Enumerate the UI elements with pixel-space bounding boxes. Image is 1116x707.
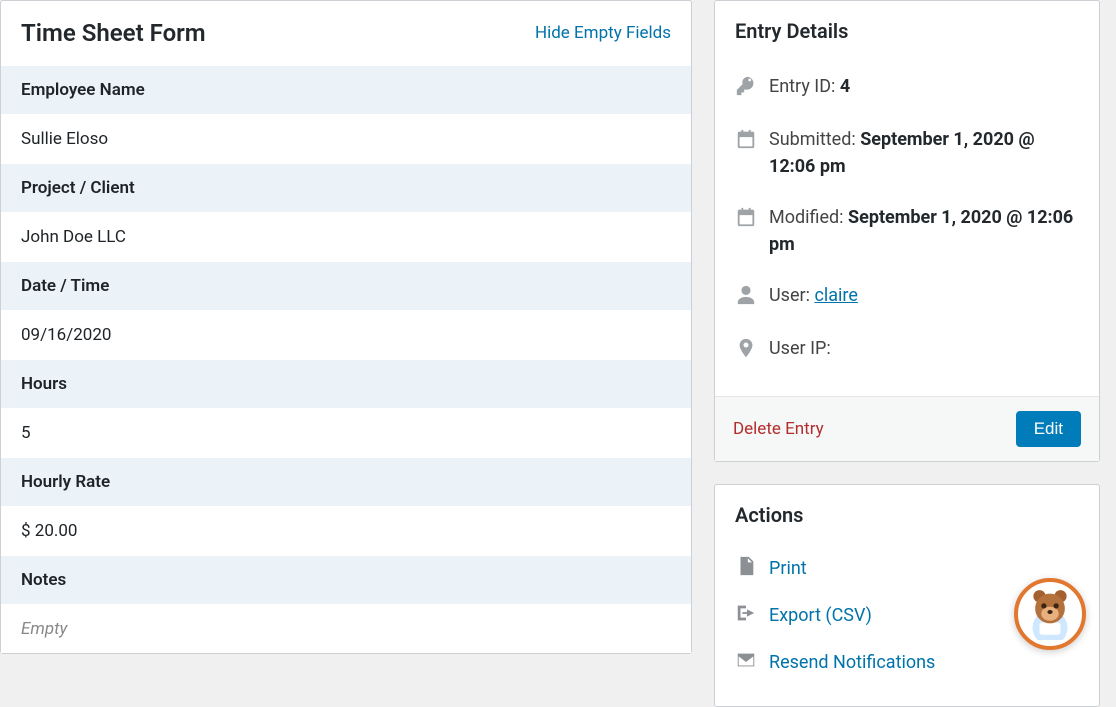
meta-user-ip: User IP:: [735, 323, 1079, 376]
entry-details-panel: Entry Details Entry ID: 4 Submitted:: [714, 0, 1100, 462]
field-value-rate: $ 20.00: [1, 506, 691, 555]
field-label-employee: Employee Name: [1, 65, 691, 114]
document-icon: [735, 555, 757, 582]
timesheet-panel: Time Sheet Form Hide Empty Fields Employ…: [0, 0, 692, 654]
field-value-hours: 5: [1, 408, 691, 457]
entry-id-label: Entry ID:: [769, 76, 840, 97]
action-resend-label: Resend Notifications: [769, 652, 935, 673]
entry-id-value: 4: [840, 76, 850, 97]
meta-submitted: Submitted: September 1, 2020 @ 12:06 pm: [735, 114, 1079, 192]
entry-details-title: Entry Details: [715, 1, 1099, 51]
modified-label: Modified:: [769, 207, 848, 228]
help-mascot-button[interactable]: [1014, 578, 1086, 650]
action-export-label: Export (CSV): [769, 605, 872, 626]
user-ip-label: User IP:: [769, 338, 831, 359]
actions-title: Actions: [715, 485, 1099, 535]
meta-user: User: claire: [735, 270, 1079, 323]
action-resend[interactable]: Resend Notifications: [735, 639, 1079, 686]
export-icon: [735, 602, 757, 629]
submitted-label: Submitted:: [769, 129, 860, 150]
field-value-date: 09/16/2020: [1, 310, 691, 359]
user-label: User:: [769, 285, 814, 306]
field-label-notes: Notes: [1, 555, 691, 604]
field-value-notes: Empty: [1, 604, 691, 653]
calendar-icon: [735, 128, 757, 155]
user-icon: [735, 284, 757, 311]
user-link[interactable]: claire: [814, 285, 857, 306]
edit-button[interactable]: Edit: [1016, 411, 1081, 447]
hide-empty-fields-link[interactable]: Hide Empty Fields: [535, 23, 671, 43]
mail-icon: [735, 649, 757, 676]
field-label-project: Project / Client: [1, 163, 691, 212]
field-label-hours: Hours: [1, 359, 691, 408]
bear-mascot-icon: [1022, 584, 1078, 644]
location-icon: [735, 337, 757, 364]
meta-entry-id: Entry ID: 4: [735, 61, 1079, 114]
field-label-date: Date / Time: [1, 261, 691, 310]
calendar-icon: [735, 206, 757, 233]
key-icon: [735, 75, 757, 102]
meta-modified: Modified: September 1, 2020 @ 12:06 pm: [735, 192, 1079, 270]
field-label-rate: Hourly Rate: [1, 457, 691, 506]
field-value-project: John Doe LLC: [1, 212, 691, 261]
delete-entry-link[interactable]: Delete Entry: [733, 419, 824, 439]
field-value-employee: Sullie Eloso: [1, 114, 691, 163]
action-print-label: Print: [769, 558, 807, 579]
form-title: Time Sheet Form: [21, 19, 206, 47]
